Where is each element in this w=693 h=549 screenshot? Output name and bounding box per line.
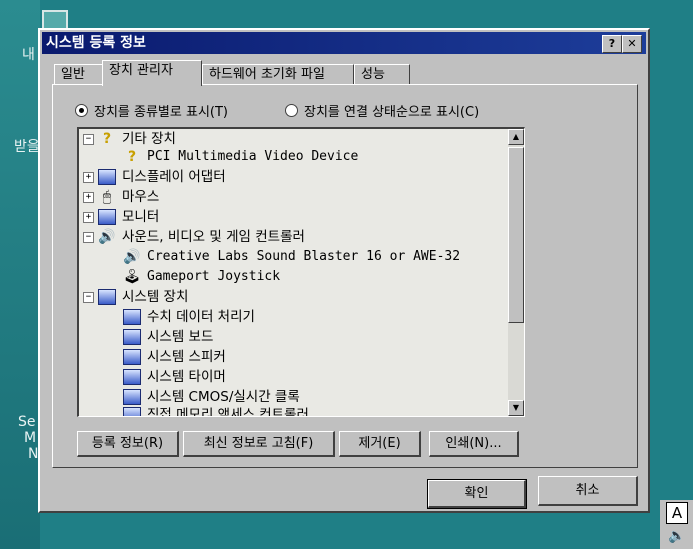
tree-item-label: 시스템 장치 <box>122 289 189 305</box>
monitor-icon <box>98 209 116 225</box>
tree-item-label: 마우스 <box>122 189 160 205</box>
tree-item-system-timer[interactable]: 시스템 타이머 <box>123 367 226 387</box>
tree-item-system-devices[interactable]: − 시스템 장치 <box>83 287 188 307</box>
tree-item-label: 시스템 보드 <box>147 329 214 345</box>
tree-item-label: PCI Multimedia Video Device <box>147 149 359 164</box>
tree-item-sound-blaster[interactable]: 🔊 Creative Labs Sound Blaster 16 or AWE-… <box>123 247 460 267</box>
volume-icon[interactable]: 🔈 <box>668 528 685 544</box>
ok-button[interactable]: 확인 <box>427 479 527 509</box>
title-bar[interactable]: 시스템 등록 정보 ? ✕ <box>42 32 646 54</box>
device-manager-panel: 장치를 종류별로 표시(T) 장치를 연결 상태순으로 표시(C) − ? 기타… <box>52 84 638 468</box>
window-title: 시스템 등록 정보 <box>46 35 146 51</box>
print-button[interactable]: 인쇄(N)... <box>429 431 519 457</box>
joystick-icon: 🕹 <box>123 269 141 285</box>
mouse-icon: 🖱 <box>102 189 112 205</box>
tree-item-label: 모니터 <box>122 209 160 225</box>
tree-item-label: 직접 메모리 액세스 컨트롤러 <box>147 407 309 417</box>
question-icon: ? <box>102 131 112 147</box>
tree-item-other-devices[interactable]: − ? 기타 장치 <box>83 129 176 149</box>
vertical-scrollbar[interactable]: ▲ ▼ <box>508 129 524 416</box>
desktop-icon-label[interactable]: 받을 <box>14 136 40 156</box>
computer-icon <box>123 309 141 325</box>
desktop-icon-label[interactable]: Se <box>18 414 36 430</box>
question-icon: ? <box>127 149 137 165</box>
close-button[interactable]: ✕ <box>622 35 642 53</box>
expand-icon[interactable]: + <box>83 191 94 203</box>
computer-icon <box>123 369 141 385</box>
view-by-connection-label: 장치를 연결 상태순으로 표시(C) <box>304 105 480 120</box>
collapse-icon[interactable]: − <box>83 291 94 303</box>
view-by-type-option[interactable]: 장치를 종류별로 표시(T) <box>75 101 228 120</box>
view-by-connection-option[interactable]: 장치를 연결 상태순으로 표시(C) <box>285 101 479 120</box>
remove-button[interactable]: 제거(E) <box>339 431 421 457</box>
system-properties-dialog: 시스템 등록 정보 ? ✕ 일반 장치 관리자 하드웨어 초기화 파일 성능 장… <box>38 28 650 513</box>
refresh-button[interactable]: 최신 정보로 고침(F) <box>183 431 335 457</box>
tree-item-sound-video-game[interactable]: − 🔊 사운드, 비디오 및 게임 컨트롤러 <box>83 227 305 247</box>
tree-item-gameport-joystick[interactable]: 🕹 Gameport Joystick <box>123 267 280 287</box>
tree-item-system-speaker[interactable]: 시스템 스피커 <box>123 347 226 367</box>
tree-item-label: 사운드, 비디오 및 게임 컨트롤러 <box>122 229 305 245</box>
tree-item-cmos-clock[interactable]: 시스템 CMOS/실시간 클록 <box>123 387 300 407</box>
radio-by-connection[interactable] <box>285 104 298 117</box>
tab-hardware-profiles[interactable]: 하드웨어 초기화 파일 <box>202 64 354 84</box>
scroll-down-button[interactable]: ▼ <box>508 400 524 416</box>
tree-item-dma-controller[interactable]: 직접 메모리 액세스 컨트롤러 <box>123 405 309 417</box>
sound-card-icon: 🔊 <box>123 249 141 265</box>
desktop-icon-label[interactable]: N <box>28 446 38 462</box>
expand-icon[interactable]: + <box>83 211 94 223</box>
tab-device-manager[interactable]: 장치 관리자 <box>102 60 202 86</box>
collapse-icon[interactable]: − <box>83 231 94 243</box>
tree-item-numeric-processor[interactable]: 수치 데이터 처리기 <box>123 307 255 327</box>
computer-icon <box>98 289 116 305</box>
cancel-button[interactable]: 취소 <box>538 476 638 506</box>
taskbar-tray: A 🔈 <box>660 500 693 549</box>
help-button[interactable]: ? <box>602 35 622 53</box>
radio-by-type[interactable] <box>75 104 88 117</box>
tree-item-label: 기타 장치 <box>122 131 176 147</box>
tree-item-label: 시스템 스피커 <box>147 349 226 365</box>
desktop-icon-label[interactable]: M <box>24 430 36 446</box>
tree-item-label: 수치 데이터 처리기 <box>147 309 255 325</box>
tree-item-label: 시스템 타이머 <box>147 369 226 385</box>
computer-icon <box>123 407 141 416</box>
collapse-icon[interactable]: − <box>83 133 94 145</box>
properties-button[interactable]: 등록 정보(R) <box>77 431 179 457</box>
ime-indicator[interactable]: A <box>666 502 688 524</box>
tree-item-label: Creative Labs Sound Blaster 16 or AWE-32 <box>147 249 461 264</box>
tree-item-label: 시스템 CMOS/실시간 클록 <box>147 389 300 405</box>
tree-item-system-board[interactable]: 시스템 보드 <box>123 327 213 347</box>
computer-icon <box>123 329 141 345</box>
computer-icon <box>123 349 141 365</box>
desktop-icon-label[interactable]: 내 <box>22 44 35 64</box>
tree-item-label: 디스플레이 어댑터 <box>122 169 226 185</box>
sound-icon: 🔊 <box>98 229 116 245</box>
tree-item-display-adapters[interactable]: + 디스플레이 어댑터 <box>83 167 226 187</box>
computer-icon <box>123 389 141 405</box>
tab-performance[interactable]: 성능 <box>354 64 410 84</box>
view-by-type-label: 장치를 종류별로 표시(T) <box>94 105 228 120</box>
tree-item-monitors[interactable]: + 모니터 <box>83 207 159 227</box>
tab-general[interactable]: 일반 <box>54 64 104 84</box>
expand-icon[interactable]: + <box>83 171 94 183</box>
tree-item-mouse[interactable]: + 🖱 마우스 <box>83 187 159 207</box>
scroll-thumb[interactable] <box>508 147 524 323</box>
tree-item-pci-video[interactable]: ? PCI Multimedia Video Device <box>123 147 358 167</box>
device-tree[interactable]: − ? 기타 장치 ? PCI Multimedia Video Device … <box>77 127 525 417</box>
tree-item-label: Gameport Joystick <box>147 269 281 284</box>
desktop-side <box>0 0 40 549</box>
scroll-up-button[interactable]: ▲ <box>508 129 524 145</box>
display-icon <box>98 169 116 185</box>
